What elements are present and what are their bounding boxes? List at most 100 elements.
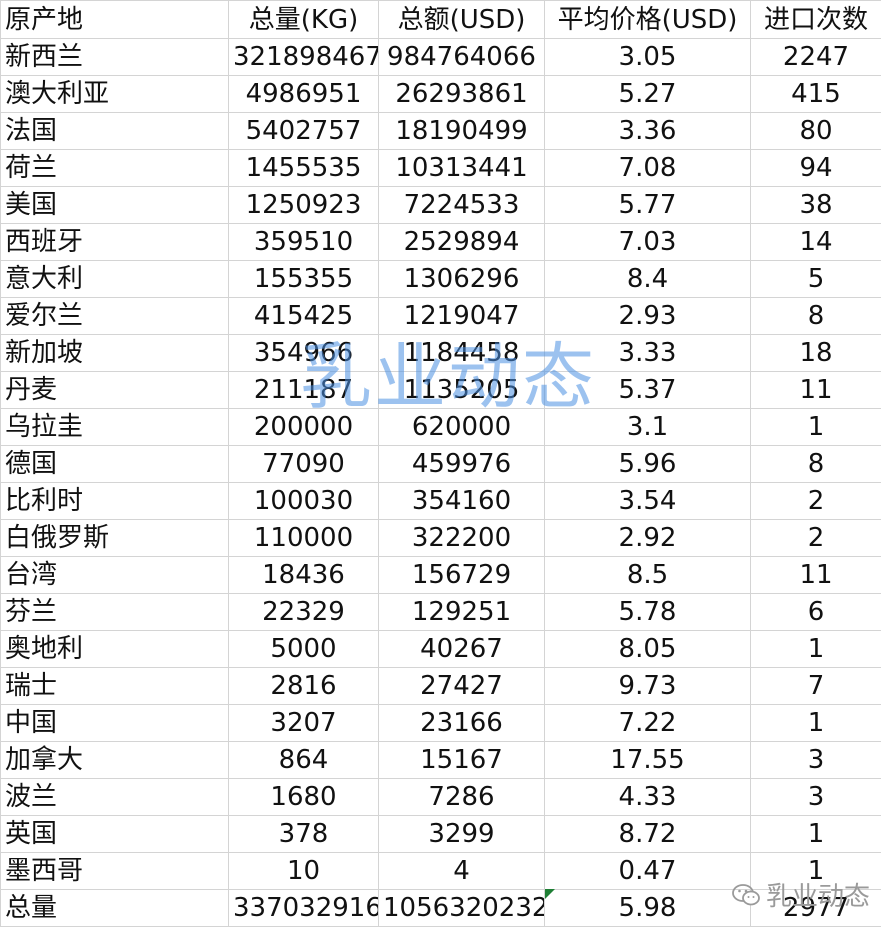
value-cell[interactable]: 14 (750, 223, 881, 261)
country-cell[interactable]: 中国 (0, 704, 229, 742)
value-cell[interactable]: 5000 (228, 630, 379, 668)
value-cell[interactable]: 3207 (228, 704, 379, 742)
value-cell[interactable]: 129251 (378, 593, 545, 631)
value-cell[interactable]: 200000 (228, 408, 379, 446)
value-cell[interactable]: 8.5 (544, 556, 751, 594)
country-cell[interactable]: 加拿大 (0, 741, 229, 779)
value-cell[interactable]: 2816 (228, 667, 379, 705)
country-cell[interactable]: 爱尔兰 (0, 297, 229, 335)
value-cell[interactable]: 2977 (750, 889, 881, 927)
value-cell[interactable]: 1219047 (378, 297, 545, 335)
value-cell[interactable]: 8 (750, 445, 881, 483)
value-cell[interactable]: 415 (750, 75, 881, 113)
value-cell[interactable]: 378 (228, 815, 379, 853)
value-cell[interactable]: 1306296 (378, 260, 545, 298)
value-cell[interactable]: 18 (750, 334, 881, 372)
country-cell[interactable]: 波兰 (0, 778, 229, 816)
value-cell[interactable]: 3.1 (544, 408, 751, 446)
country-cell[interactable]: 澳大利亚 (0, 75, 229, 113)
value-cell[interactable]: 2 (750, 482, 881, 520)
column-header[interactable]: 平均价格(USD) (544, 0, 751, 39)
value-cell[interactable]: 1455535 (228, 149, 379, 187)
value-cell[interactable]: 5.77 (544, 186, 751, 224)
value-cell[interactable]: 100030 (228, 482, 379, 520)
value-cell[interactable]: 5.27 (544, 75, 751, 113)
value-cell[interactable]: 1250923 (228, 186, 379, 224)
value-cell[interactable]: 1056320232 (378, 889, 545, 927)
country-cell[interactable]: 荷兰 (0, 149, 229, 187)
value-cell[interactable]: 984764066 (378, 38, 545, 76)
value-cell[interactable]: 5.98 (544, 889, 751, 927)
value-cell[interactable]: 3.36 (544, 112, 751, 150)
column-header[interactable]: 总额(USD) (378, 0, 545, 39)
value-cell[interactable]: 354966 (228, 334, 379, 372)
country-cell[interactable]: 瑞士 (0, 667, 229, 705)
country-cell[interactable]: 英国 (0, 815, 229, 853)
country-cell[interactable]: 比利时 (0, 482, 229, 520)
country-cell[interactable]: 白俄罗斯 (0, 519, 229, 557)
value-cell[interactable]: 5.96 (544, 445, 751, 483)
country-cell[interactable]: 新西兰 (0, 38, 229, 76)
value-cell[interactable]: 7.03 (544, 223, 751, 261)
value-cell[interactable]: 864 (228, 741, 379, 779)
value-cell[interactable]: 8 (750, 297, 881, 335)
value-cell[interactable]: 38 (750, 186, 881, 224)
value-cell[interactable]: 7.22 (544, 704, 751, 742)
value-cell[interactable]: 5.37 (544, 371, 751, 409)
value-cell[interactable]: 40267 (378, 630, 545, 668)
value-cell[interactable]: 26293861 (378, 75, 545, 113)
value-cell[interactable]: 27427 (378, 667, 545, 705)
value-cell[interactable]: 6 (750, 593, 881, 631)
country-cell[interactable]: 奥地利 (0, 630, 229, 668)
country-cell[interactable]: 意大利 (0, 260, 229, 298)
value-cell[interactable]: 8.05 (544, 630, 751, 668)
country-cell[interactable]: 西班牙 (0, 223, 229, 261)
value-cell[interactable]: 7286 (378, 778, 545, 816)
value-cell[interactable]: 3 (750, 778, 881, 816)
column-header[interactable]: 原产地 (0, 0, 229, 39)
value-cell[interactable]: 10 (228, 852, 379, 890)
value-cell[interactable]: 11 (750, 556, 881, 594)
country-cell[interactable]: 台湾 (0, 556, 229, 594)
value-cell[interactable]: 1184458 (378, 334, 545, 372)
country-cell[interactable]: 美国 (0, 186, 229, 224)
value-cell[interactable]: 4 (378, 852, 545, 890)
value-cell[interactable]: 3.54 (544, 482, 751, 520)
value-cell[interactable]: 459976 (378, 445, 545, 483)
country-cell[interactable]: 芬兰 (0, 593, 229, 631)
column-header[interactable]: 总量(KG) (228, 0, 379, 39)
country-cell[interactable]: 墨西哥 (0, 852, 229, 890)
value-cell[interactable]: 2.93 (544, 297, 751, 335)
value-cell[interactable]: 5.78 (544, 593, 751, 631)
value-cell[interactable]: 80 (750, 112, 881, 150)
value-cell[interactable]: 354160 (378, 482, 545, 520)
value-cell[interactable]: 620000 (378, 408, 545, 446)
value-cell[interactable]: 9.73 (544, 667, 751, 705)
value-cell[interactable]: 1 (750, 704, 881, 742)
value-cell[interactable]: 211187 (228, 371, 379, 409)
value-cell[interactable]: 1135205 (378, 371, 545, 409)
value-cell[interactable]: 415425 (228, 297, 379, 335)
column-header[interactable]: 进口次数 (750, 0, 881, 39)
value-cell[interactable]: 1 (750, 630, 881, 668)
value-cell[interactable]: 17.55 (544, 741, 751, 779)
value-cell[interactable]: 156729 (378, 556, 545, 594)
value-cell[interactable]: 10313441 (378, 149, 545, 187)
value-cell[interactable]: 2529894 (378, 223, 545, 261)
value-cell[interactable]: 3.33 (544, 334, 751, 372)
value-cell[interactable]: 3 (750, 741, 881, 779)
value-cell[interactable]: 1 (750, 408, 881, 446)
value-cell[interactable]: 359510 (228, 223, 379, 261)
value-cell[interactable]: 3299 (378, 815, 545, 853)
value-cell[interactable]: 18436 (228, 556, 379, 594)
value-cell[interactable]: 23166 (378, 704, 545, 742)
value-cell[interactable]: 15167 (378, 741, 545, 779)
value-cell[interactable]: 7.08 (544, 149, 751, 187)
country-cell[interactable]: 新加坡 (0, 334, 229, 372)
value-cell[interactable]: 0.47 (544, 852, 751, 890)
value-cell[interactable]: 337032916 (228, 889, 379, 927)
value-cell[interactable]: 7 (750, 667, 881, 705)
value-cell[interactable]: 110000 (228, 519, 379, 557)
value-cell[interactable]: 94 (750, 149, 881, 187)
value-cell[interactable]: 321898467 (228, 38, 379, 76)
